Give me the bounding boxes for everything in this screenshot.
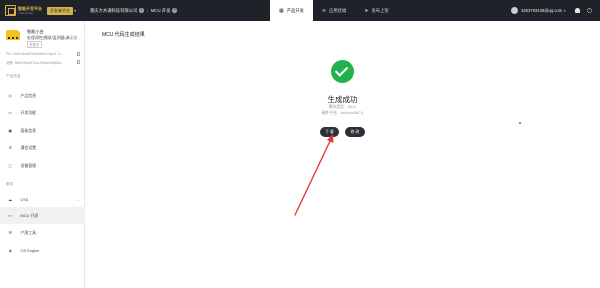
sidebar-item-os-engine[interactable]: ◈ OS Engine xyxy=(0,242,85,259)
sidebar-item-panel[interactable]: ▣ 面板信息 xyxy=(0,122,85,139)
bell-icon[interactable] xyxy=(574,8,580,13)
download-button[interactable]: 下 载 xyxy=(320,127,339,137)
sidebar: 智能小台 处理测控(播放/监测器)演示文... 开发中 PID: fa4vLtb… xyxy=(0,21,85,288)
sidebar-item-test-tool[interactable]: ⚒ 产测工具 xyxy=(0,224,85,241)
engine-icon: ◈ xyxy=(8,248,12,253)
logo-text-line2: Tuya Smart xyxy=(18,10,34,15)
send-icon: ➤ xyxy=(364,7,369,14)
tab-label: 应用抚幅 xyxy=(329,7,347,13)
sidebar-item-label: OS Engine xyxy=(20,248,40,253)
hardware-platform-text: 硬件平台：Arduino/MCU xyxy=(321,111,364,115)
code-brackets-icon: <> xyxy=(7,213,13,218)
logo-icon xyxy=(5,5,16,16)
result-title: 生成成功 xyxy=(327,95,358,104)
success-check-icon xyxy=(331,60,354,83)
copy-icon[interactable] xyxy=(76,52,80,56)
sidebar-item-label: 面板信息 xyxy=(20,127,37,133)
chevron-down-icon: ⌄ xyxy=(76,197,79,202)
info-icon[interactable]: ! xyxy=(139,8,144,13)
tab-label: 产品开发 xyxy=(286,7,304,13)
sidebar-item-label: 开发功能 xyxy=(20,109,37,115)
account-email[interactable]: 3363793438@qq.com xyxy=(521,8,562,13)
tuya-logo[interactable]: 智能开发平台 Tuya Smart xyxy=(5,5,42,16)
sidebar-item-ota[interactable]: ☁ OTA ⌄ xyxy=(0,191,85,208)
chevron-down-icon: ▾ xyxy=(74,8,77,13)
tab-publish[interactable]: ➤ 发布上架 xyxy=(355,0,397,21)
sidebar-item-product-info[interactable]: ◎ 产品信息 xyxy=(0,87,85,104)
main-nav-tabs: ▦ 产品开发 ≋ 应用抚幅 ➤ 发布上架 xyxy=(270,0,398,21)
info-icon: ◎ xyxy=(8,93,13,98)
help-icon[interactable]: ? xyxy=(172,8,177,13)
sidebar-item-label: 设备管理 xyxy=(20,162,37,168)
sidebar-item-label: 产测工具 xyxy=(20,229,37,235)
breadcrumb-current: MCU 开发 xyxy=(150,7,171,13)
device-icon: ▢ xyxy=(8,163,13,168)
top-bar: 智能开发平台 Tuya Smart 开发者平台 ▾ 重庆大木通科技有限公司 ! … xyxy=(0,0,600,21)
annotation-dot xyxy=(519,122,521,124)
sidebar-section-title: 产品信息 xyxy=(6,74,21,78)
tab-product-dev[interactable]: ▦ 产品开发 xyxy=(270,0,313,21)
code-icon: ▭ xyxy=(8,110,13,115)
wrench-icon: ⚒ xyxy=(8,230,13,235)
sidebar-item-label: MCU 开发 xyxy=(20,212,39,218)
sidebar-item-label: OTA xyxy=(20,197,29,202)
grid-icon: ▦ xyxy=(279,7,284,14)
sidebar-item-label: 产品信息 xyxy=(20,92,37,98)
sidebar-item-mcu-dev[interactable]: <> MCU 开发 xyxy=(0,207,85,224)
product-card: 智能小台 处理测控(播放/监测器)演示文... 开发中 PID: fa4vLtb… xyxy=(0,21,85,69)
sidebar-section-title: 服务 xyxy=(6,182,14,186)
main-content: MCU 代码生成结果 生成成功 模块类型：MCU 硬件平台：Arduino/MC… xyxy=(85,21,600,288)
panel-icon: ▣ xyxy=(8,128,13,133)
tab-label: 发布上架 xyxy=(371,7,389,13)
product-pid: PID: fa4vLtbozM1hd2M9x07bpo1 7c... xyxy=(6,52,64,56)
sidebar-item-functions[interactable]: ▭ 开发功能 xyxy=(0,104,85,121)
avatar[interactable] xyxy=(510,7,518,14)
account-area: 3363793438@qq.com ▾ xyxy=(510,0,592,21)
modify-button[interactable]: 修 改 xyxy=(345,127,365,137)
gear-icon: ✲ xyxy=(8,145,12,150)
gear-icon[interactable] xyxy=(586,7,592,14)
product-device-id: 设备: 9b0eRbpd9Tv1c7bbpbe0lq00b... xyxy=(6,61,64,65)
wifi-icon: ≋ xyxy=(321,7,327,14)
chevron-down-icon: ▾ xyxy=(563,8,566,13)
module-type-text: 模块类型：MCU xyxy=(328,105,357,109)
page-title: MCU 代码生成结果 xyxy=(102,32,145,38)
copy-icon[interactable] xyxy=(76,60,80,64)
sidebar-item-label: 通信设置 xyxy=(20,144,37,150)
company-name[interactable]: 重庆大木通科技有限公司 xyxy=(90,8,137,14)
cloud-icon: ☁ xyxy=(8,197,13,202)
product-image xyxy=(6,30,20,40)
status-badge: 开发中 xyxy=(27,41,42,48)
sidebar-item-device-mgmt[interactable]: ▢ 设备管理 xyxy=(0,157,85,174)
platform-switch-button[interactable]: 开发者平台 xyxy=(47,6,73,15)
breadcrumb-separator: | xyxy=(146,8,148,13)
sidebar-item-comm-settings[interactable]: ✲ 通信设置 xyxy=(0,139,85,156)
tab-app-dev[interactable]: ≋ 应用抚幅 xyxy=(313,0,355,21)
